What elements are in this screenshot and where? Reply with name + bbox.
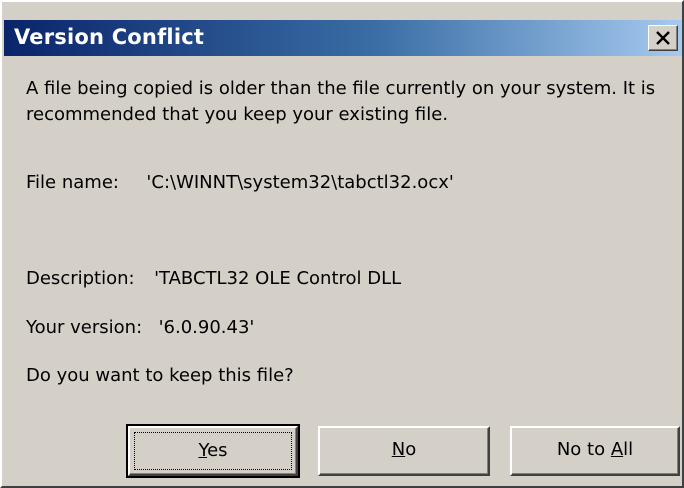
title-bar[interactable]: Version Conflict <box>4 20 682 56</box>
dialog-title: Version Conflict <box>14 25 205 49</box>
file-name-value: 'C:\WINNT\system32\tabctl32.ocx' <box>146 172 454 193</box>
file-name-label: File name: <box>26 172 119 193</box>
no-to-all-mnemonic: A <box>610 439 624 460</box>
yes-label-rest: es <box>207 440 228 461</box>
no-to-all-label-pre: No to <box>556 439 611 460</box>
description-row: Description: 'TABCTL32 OLE Control DLL <box>26 268 401 289</box>
version-row: Your version: '6.0.90.43' <box>26 317 254 338</box>
no-label-rest: o <box>405 439 417 460</box>
close-button[interactable] <box>648 25 678 51</box>
focus-ring: Yes <box>134 432 292 470</box>
no-mnemonic: N <box>391 439 406 460</box>
file-name-row: File name: 'C:\WINNT\system32\tabctl32.o… <box>26 172 454 193</box>
yes-mnemonic: Y <box>198 440 208 461</box>
no-button[interactable]: No <box>318 426 490 476</box>
message-text: A file being copied is older than the fi… <box>26 78 656 125</box>
description-value: 'TABCTL32 OLE Control DLL <box>154 268 402 289</box>
version-value: '6.0.90.43' <box>158 317 255 338</box>
yes-button[interactable]: Yes <box>126 424 300 478</box>
version-label: Your version: <box>26 317 143 338</box>
question-text: Do you want to keep this file? <box>26 365 294 386</box>
close-icon <box>656 31 670 45</box>
description-label: Description: <box>26 268 135 289</box>
no-to-all-label-rest: ll <box>623 439 634 460</box>
no-to-all-button[interactable]: No to All <box>510 426 680 476</box>
version-conflict-dialog: Version Conflict A file being copied is … <box>0 0 684 488</box>
